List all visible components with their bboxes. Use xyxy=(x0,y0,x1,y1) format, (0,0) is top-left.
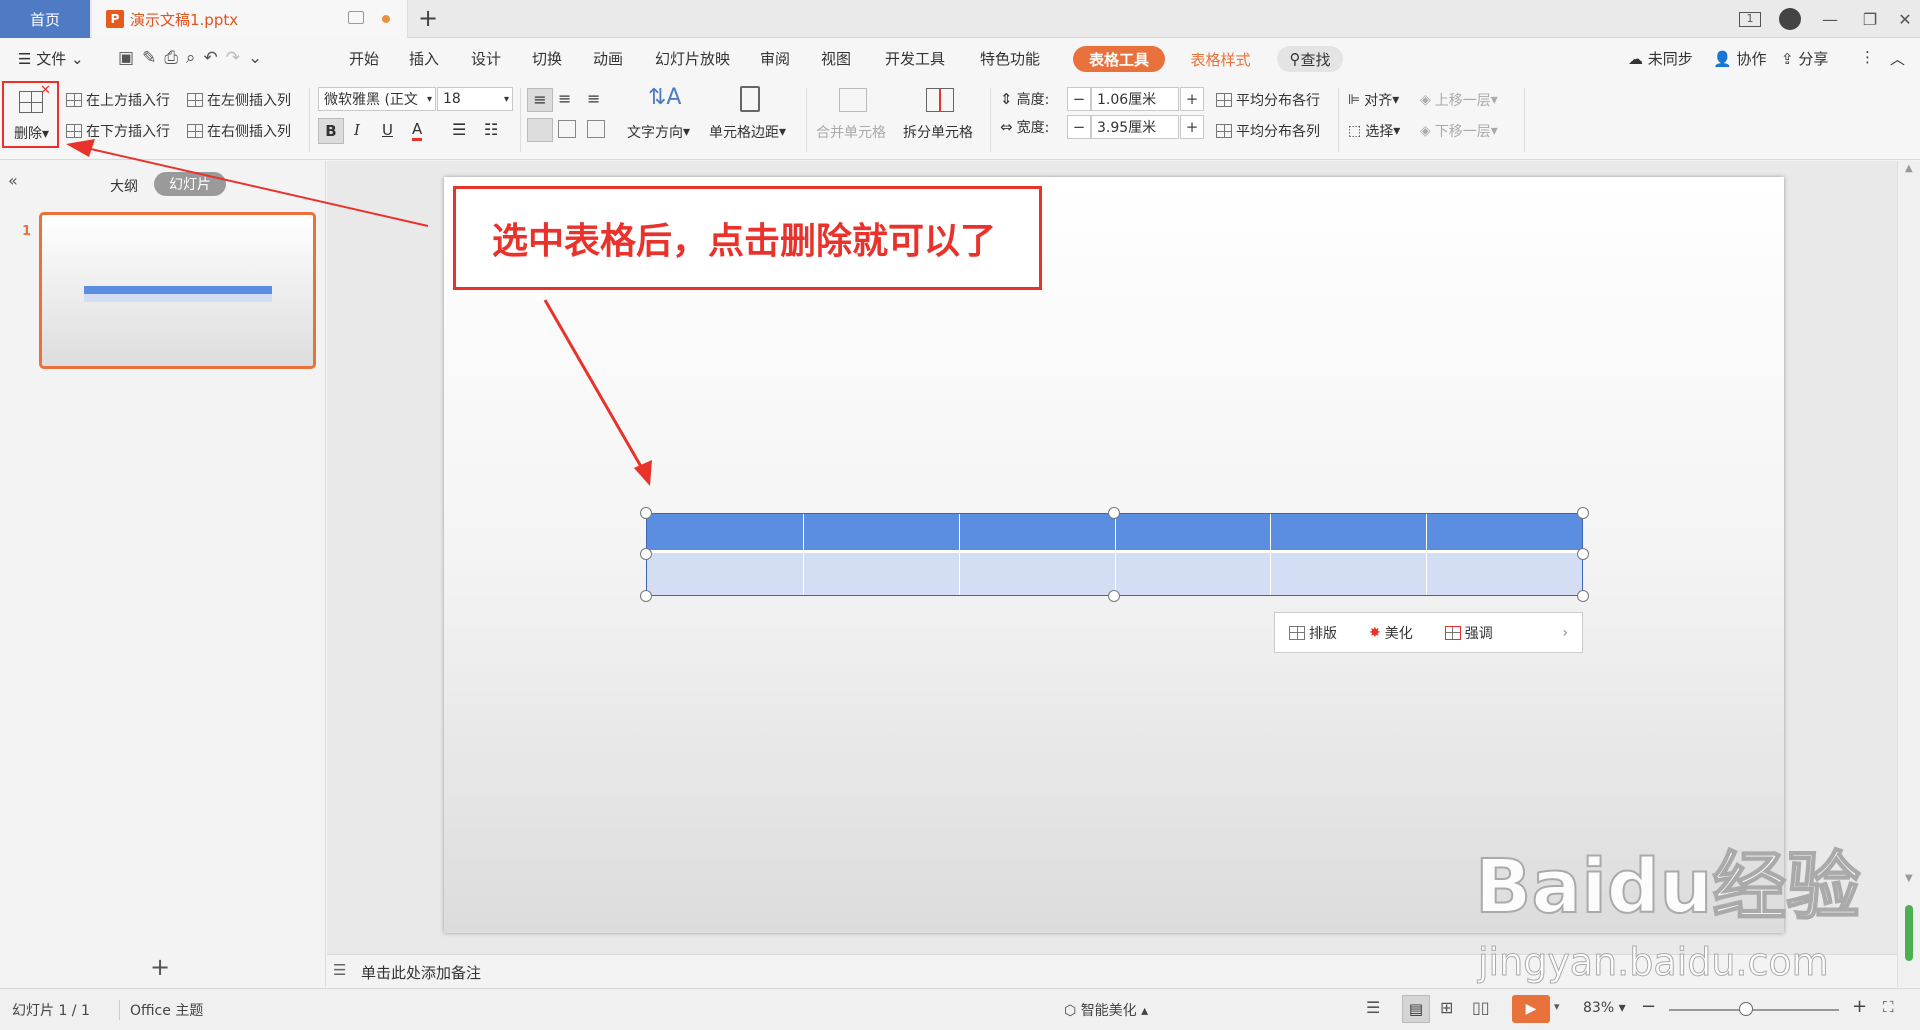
fit-window-icon[interactable]: ⛶ xyxy=(1883,998,1894,1016)
zoom-slider[interactable] xyxy=(1669,1009,1839,1011)
scroll-down-icon[interactable]: ▼ xyxy=(1905,873,1913,884)
arrow-line-to-table xyxy=(543,299,645,471)
normal-view-icon[interactable]: ▤ xyxy=(1402,995,1430,1023)
status-bar: 幻灯片 1 / 1 Office 主题 ⬡ 智能美化 ▴ ☰ ▤ ⊞ ▯▯ ▶ … xyxy=(0,988,1920,1030)
watermark-brand: Baidu经验 xyxy=(1474,844,1861,930)
smart-beautify-button[interactable]: ⬡ 智能美化 ▴ xyxy=(1064,1000,1148,1020)
chevron-down-icon[interactable]: ▾ xyxy=(1554,1000,1560,1013)
arrow-head-icon xyxy=(634,460,652,486)
play-slideshow-button[interactable]: ▶ xyxy=(1512,995,1550,1023)
theme-name[interactable]: Office 主题 xyxy=(119,1000,203,1020)
cube-icon: ⬡ xyxy=(1064,1003,1077,1019)
arrow-line-to-delete xyxy=(81,146,429,227)
zoom-slider-knob[interactable] xyxy=(1738,1002,1753,1016)
vertical-scrollbar[interactable]: ▲ ▼ xyxy=(1897,161,1920,987)
zoom-in-button[interactable]: + xyxy=(1852,996,1867,1017)
scroll-up-icon[interactable]: ▲ xyxy=(1905,163,1913,174)
sorter-view-icon[interactable]: ⊞ xyxy=(1440,998,1453,1017)
notes-icon: ☰ xyxy=(333,961,347,979)
arrow-head-icon xyxy=(66,139,95,157)
scroll-thumb[interactable] xyxy=(1905,905,1913,961)
notes-placeholder[interactable]: 单击此处添加备注 xyxy=(361,962,481,983)
slide-counter: 幻灯片 1 / 1 xyxy=(12,1003,90,1019)
smart-beautify-label: 智能美化 xyxy=(1080,1003,1137,1019)
watermark-url: jingyan.baidu.com xyxy=(1478,940,1830,985)
zoom-level[interactable]: 83% ▾ xyxy=(1583,1000,1626,1016)
zoom-out-button[interactable]: − xyxy=(1641,996,1656,1017)
notes-toggle-icon[interactable]: ☰ xyxy=(1366,998,1380,1017)
reading-view-icon[interactable]: ▯▯ xyxy=(1472,998,1490,1017)
